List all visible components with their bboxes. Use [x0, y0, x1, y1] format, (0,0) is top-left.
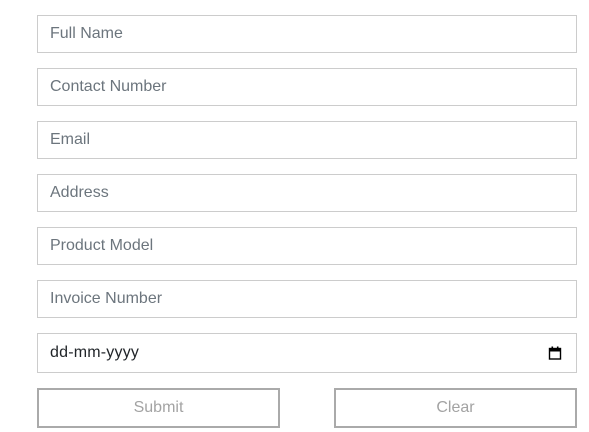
clear-button[interactable]: Clear — [334, 388, 577, 428]
address-input[interactable] — [37, 174, 577, 212]
product-model-input[interactable] — [37, 227, 577, 265]
full-name-input[interactable] — [37, 15, 577, 53]
contact-number-input[interactable] — [37, 68, 577, 106]
date-placeholder: dd-mm-yyyy — [50, 344, 140, 361]
invoice-number-input[interactable] — [37, 280, 577, 318]
calendar-icon[interactable] — [548, 346, 562, 360]
date-input[interactable]: dd-mm-yyyy — [37, 333, 577, 373]
submit-button[interactable]: Submit — [37, 388, 280, 428]
email-input[interactable] — [37, 121, 577, 159]
